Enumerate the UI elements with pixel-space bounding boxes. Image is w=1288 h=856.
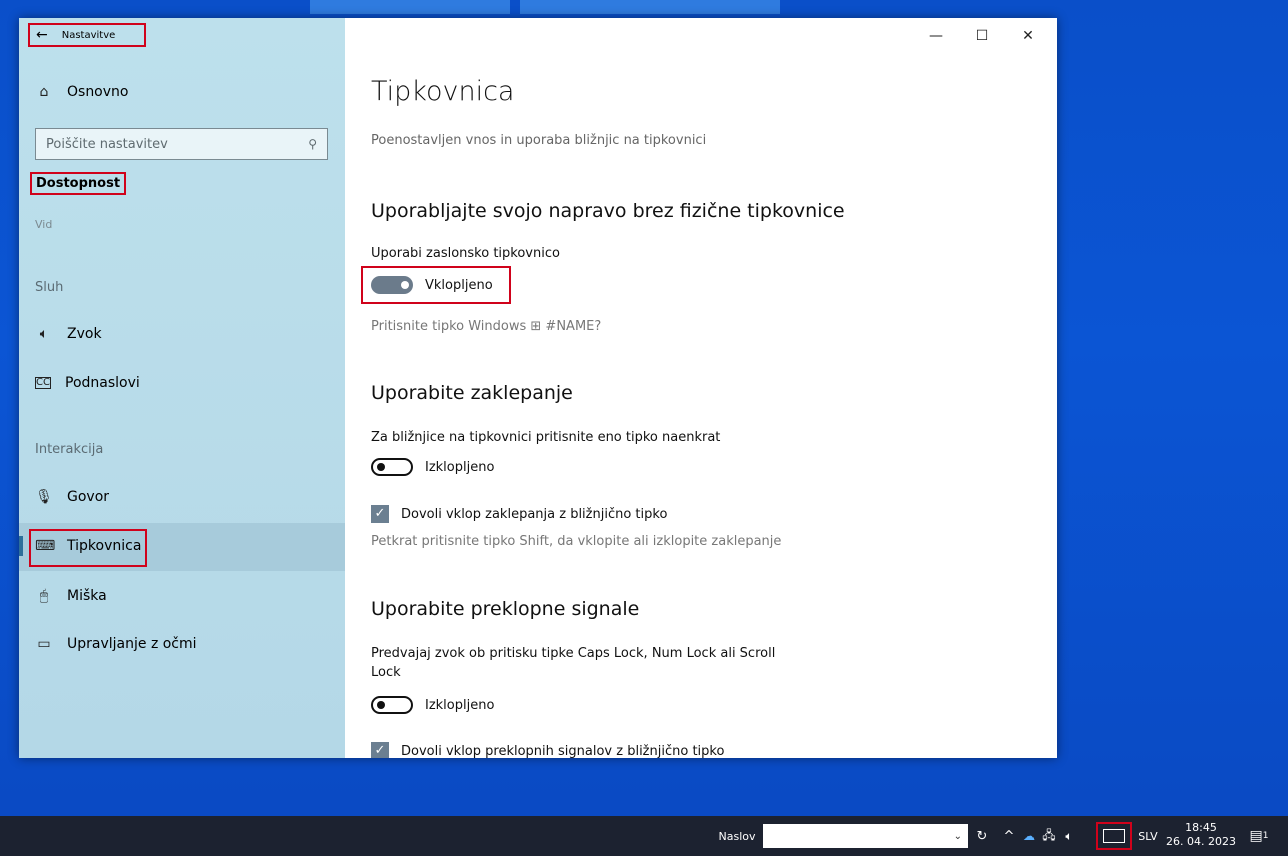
refresh-icon[interactable]: ↻ (972, 816, 992, 856)
toggle-switch-off[interactable] (371, 696, 413, 714)
osk-hint: Pritisnite tipko Windows ⊞ #NAME? (371, 319, 602, 334)
back-label: Nastavitve (61, 29, 116, 41)
category-title: Dostopnost (30, 172, 127, 195)
page-subtitle: Poenostavljen vnos in uporaba bližnjic n… (371, 133, 707, 148)
toggle-state: Izklopljeno (425, 459, 495, 475)
onedrive-icon[interactable]: ☁ (1020, 816, 1038, 856)
home-icon: ⌂ (39, 84, 49, 100)
captions-icon: CC (35, 377, 51, 389)
sidebar-item-label: Upravljanje z očmi (67, 636, 197, 652)
mouse-icon: 🖱︎ (39, 588, 49, 604)
eye-control-icon: ▭ (37, 636, 51, 652)
sidebar-item-label: Miška (67, 588, 107, 604)
toggle-keys-label-line1: Predvajaj zvok ob pritisku tipke Caps Lo… (371, 646, 776, 661)
sidebar-item-label: Osnovno (67, 84, 129, 100)
minimize-button[interactable]: — (913, 24, 959, 48)
taskbar-address-input[interactable]: ⌄ (763, 824, 968, 848)
osk-label: Uporabi zaslonsko tipkovnico (371, 246, 560, 261)
checkbox-label: Dovoli vklop preklopnih signalov z bližn… (401, 743, 725, 759)
checkbox-label: Dovoli vklop zaklepanja z bližnjično tip… (401, 506, 668, 522)
clock[interactable]: 18:45 26. 04. 2023 (1166, 821, 1236, 849)
sticky-keys-shortcut-checkbox[interactable]: ✓ Dovoli vklop zaklepanja z bližnjično t… (371, 505, 667, 523)
window-controls: — ☐ ✕ (913, 24, 1051, 48)
toggle-keys-toggle[interactable]: Izklopljeno (371, 696, 494, 714)
sidebar-item-mouse[interactable]: 🖱︎ Miška (35, 588, 107, 604)
clock-date: 26. 04. 2023 (1166, 835, 1236, 848)
main-pane: — ☐ ✕ Tipkovnica Poenostavljen vnos in u… (345, 18, 1057, 758)
chevron-up-icon[interactable]: ^ (1000, 816, 1018, 856)
highlight-box (29, 529, 147, 567)
toggle-keys-label-line2: Lock (371, 665, 401, 680)
selection-indicator (19, 536, 23, 556)
taskbar: Naslov ⌄ ↻ ^ ☁ 🖧 🔈︎ SLV 18:45 26. 04. 20… (0, 816, 1288, 856)
sidebar-item-label: Govor (67, 489, 110, 505)
network-icon[interactable]: 🖧 (1040, 816, 1058, 856)
notification-icon[interactable]: ▤ 1 (1248, 816, 1270, 856)
checkmark-icon[interactable]: ✓ (371, 742, 389, 758)
settings-window: ← Nastavitve ⌂ Osnovno Poiščite nastavit… (19, 18, 1057, 758)
sidebar-item-eye-control[interactable]: ▭ Upravljanje z očmi (35, 636, 197, 652)
page-title: Tipkovnica (371, 76, 515, 107)
clock-time: 18:45 (1185, 821, 1217, 834)
language-indicator[interactable]: SLV (1136, 816, 1160, 856)
section-interaction: Interakcija (35, 442, 104, 457)
maximize-button[interactable]: ☐ (959, 24, 1005, 48)
microphone-icon: 🎙︎ (35, 489, 53, 505)
sidebar-item-sound[interactable]: 🔈︎ Zvok (35, 326, 102, 342)
back-button[interactable]: ← Nastavitve (28, 23, 146, 47)
sidebar-item-home[interactable]: ⌂ Osnovno (35, 84, 129, 100)
keyboard-icon (1103, 829, 1125, 843)
search-placeholder: Poiščite nastavitev (46, 136, 168, 152)
highlight-box (361, 266, 511, 304)
sticky-keys-hint: Petkrat pritisnite tipko Shift, da vklop… (371, 534, 782, 549)
checkmark-icon[interactable]: ✓ (371, 505, 389, 523)
section-heading-toggle-keys: Uporabite preklopne signale (371, 598, 640, 620)
close-button[interactable]: ✕ (1005, 24, 1051, 48)
sticky-keys-toggle[interactable]: Izklopljeno (371, 458, 494, 476)
taskbar-address-label: Naslov (718, 829, 756, 843)
touch-keyboard-button[interactable] (1096, 822, 1132, 850)
sidebar-item-vision-partial[interactable]: Vid (35, 218, 52, 228)
section-heading-osk: Uporabljajte svojo napravo brez fizične … (371, 200, 845, 222)
sidebar-item-speech[interactable]: 🎙︎ Govor (35, 489, 109, 505)
sidebar-item-captions[interactable]: CC Podnaslovi (35, 375, 140, 391)
wallpaper-streak (310, 0, 510, 14)
volume-icon[interactable]: 🔈︎ (1060, 816, 1078, 856)
wallpaper-streak (520, 0, 780, 14)
search-input[interactable]: Poiščite nastavitev ⚲ (35, 128, 328, 160)
sidebar: ← Nastavitve ⌂ Osnovno Poiščite nastavit… (19, 18, 345, 758)
back-arrow-icon: ← (36, 27, 48, 43)
notification-count: 1 (1262, 831, 1269, 841)
sidebar-item-label: Podnaslovi (65, 375, 140, 391)
toggle-switch-off[interactable] (371, 458, 413, 476)
section-hearing: Sluh (35, 280, 64, 295)
toggle-keys-shortcut-checkbox[interactable]: ✓ Dovoli vklop preklopnih signalov z bli… (371, 742, 724, 758)
sidebar-item-label: Zvok (67, 326, 102, 342)
speaker-icon: 🔈︎ (39, 326, 49, 342)
sticky-keys-label: Za bližnjice na tipkovnici pritisnite en… (371, 430, 721, 445)
section-heading-sticky-keys: Uporabite zaklepanje (371, 382, 573, 404)
chevron-down-icon[interactable]: ⌄ (954, 831, 962, 842)
toggle-state: Izklopljeno (425, 697, 495, 713)
search-icon: ⚲ (308, 137, 317, 151)
